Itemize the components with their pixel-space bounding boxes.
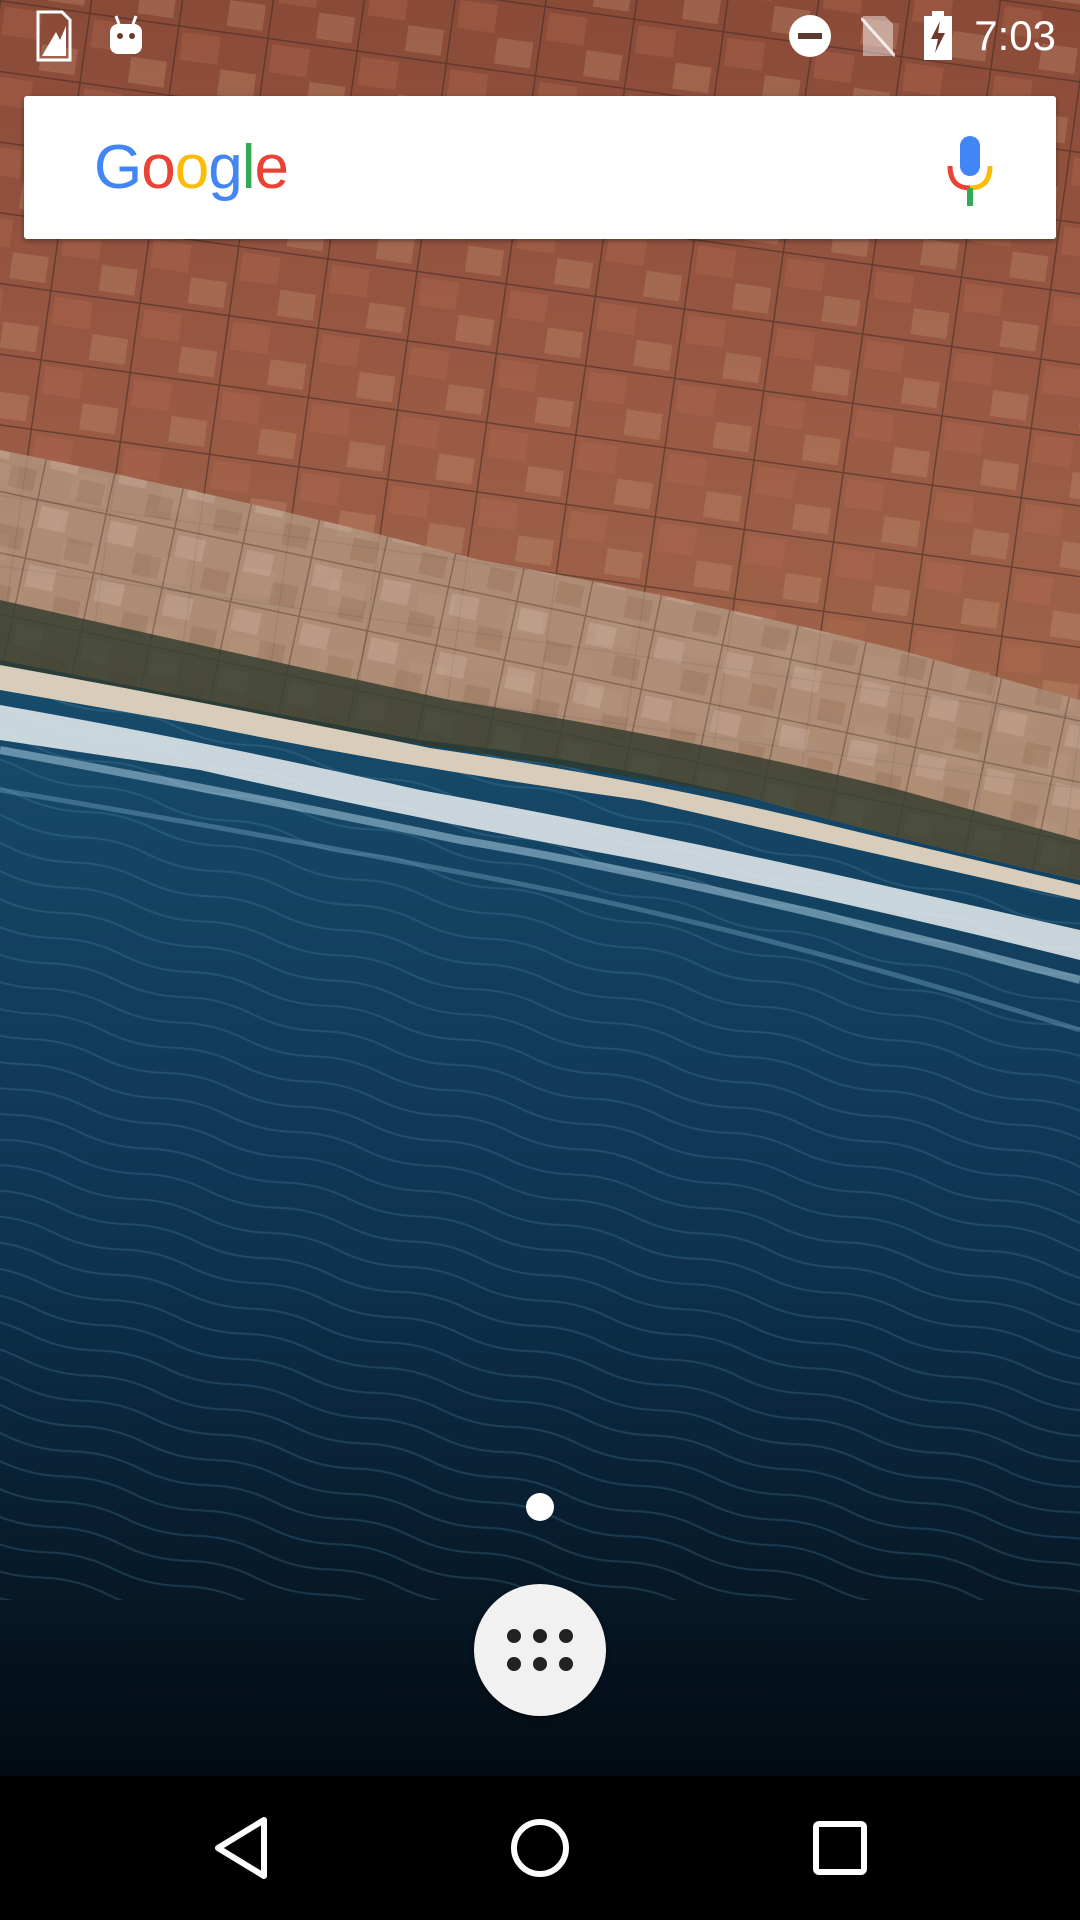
logo-letter: o [141,133,175,202]
logo-letter: l [241,133,256,202]
page-indicator-dot [526,1493,554,1521]
back-button[interactable] [160,1776,320,1920]
no-sim-icon [858,0,898,72]
sd-card-icon [30,0,78,72]
recents-icon [813,1821,867,1875]
app-drawer-button[interactable] [474,1584,606,1716]
home-button[interactable] [460,1776,620,1920]
back-icon [215,1817,267,1879]
google-logo[interactable]: Google [94,128,289,208]
logo-letter: e [254,133,288,202]
battery-charging-icon [920,0,956,72]
navigation-bar [0,1776,1080,1920]
recents-button[interactable] [760,1776,920,1920]
app-drawer-icon [507,1629,573,1671]
logo-letter: o [174,133,209,202]
status-clock: 7:03 [974,12,1056,59]
home-screen: 7:03 Google [0,0,1080,1920]
google-search-bar[interactable]: Google [24,96,1056,239]
logo-letter: g [208,133,242,202]
android-debug-icon [104,0,148,72]
mic-icon[interactable] [940,136,1000,208]
home-icon [511,1819,569,1877]
do-not-disturb-icon [786,0,834,72]
logo-letter: G [94,133,142,202]
status-bar: 7:03 [0,0,1080,72]
